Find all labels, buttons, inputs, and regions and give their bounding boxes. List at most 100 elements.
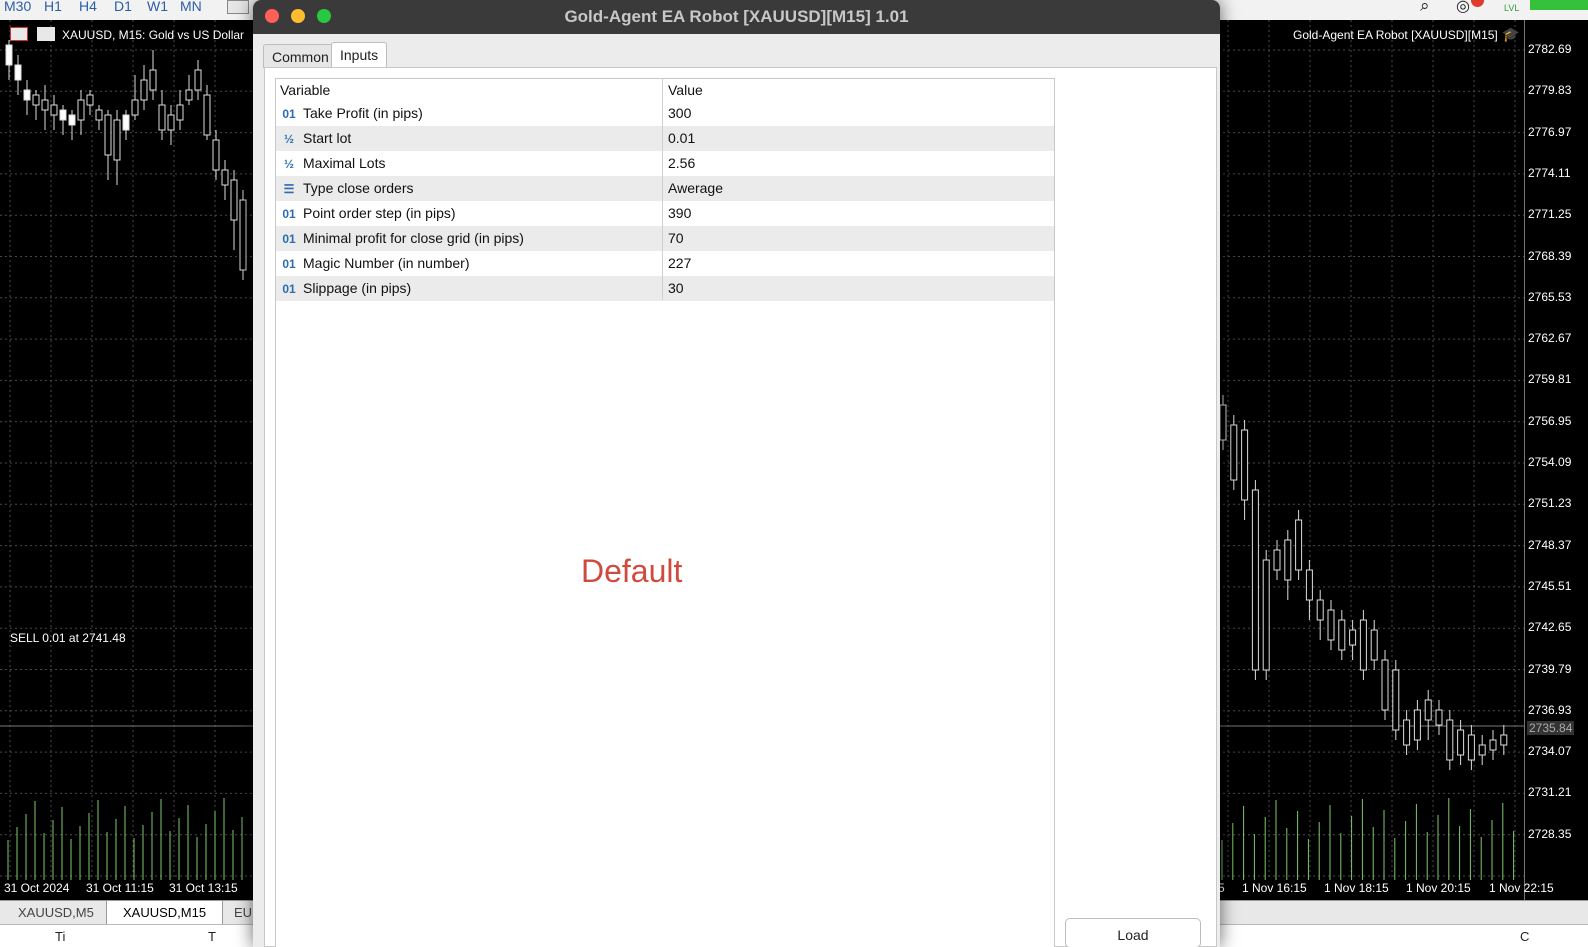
candle [1349,629,1357,646]
integer-icon: 01 [282,282,296,296]
row-variable-label: Minimal profit for close grid (in pips) [303,230,524,246]
price-axis-label: 2782.69 [1528,42,1572,56]
price-axis-label: 2734.07 [1528,744,1572,759]
account-icon[interactable]: ◎ [1456,0,1470,16]
candle [1413,709,1421,741]
search-icon[interactable]: ⌕ [1420,0,1430,16]
timeframe-h4[interactable]: H4 [79,0,97,13]
row-variable-label: Slippage (in pips) [303,280,412,296]
chart-left[interactable]: XAUUSD, M15: Gold vs US Dollar SELL 0.01… [0,20,258,900]
right-time-label: 1 Nov 16:15 [1242,881,1307,895]
candle [1327,609,1335,641]
sell-order-label: SELL 0.01 at 2741.48 [10,631,126,645]
row-variable: ½ Maximal Lots [280,155,385,171]
row-value[interactable]: 300 [668,105,691,121]
candle [68,114,76,126]
table-row[interactable]: ½ Maximal Lots 2.56 [276,151,1054,176]
candle [140,79,148,101]
candle [1435,709,1443,726]
integer-icon: 01 [282,107,296,121]
level-meter-icon [1530,0,1588,10]
candle [122,114,130,131]
price-axis-label: 2754.09 [1528,455,1572,469]
timeframe-w1[interactable]: W1 [147,0,168,13]
row-value[interactable]: Awerage [668,180,723,196]
row-value[interactable]: 390 [668,205,691,221]
row-value[interactable]: 2.56 [668,155,695,171]
column-header-variable[interactable]: Variable [280,82,330,98]
row-variable: 01 Minimal profit for close grid (in pips… [280,230,524,246]
row-variable: 01 Slippage (in pips) [280,280,411,296]
column-divider[interactable] [662,79,663,300]
price-axis-label: 2739.79 [1528,661,1572,676]
current-price-label: 2735.84 [1527,721,1575,735]
timeframe-h1[interactable]: H1 [44,0,62,13]
timeframe-mn[interactable]: MN [180,0,202,13]
candle [1284,539,1292,581]
chart-tab-xauusd-m15[interactable]: XAUUSD,M15 [106,901,224,925]
candle [1338,619,1346,651]
enum-icon: ☰ [283,182,295,196]
toolbox-col-time: Ti [55,929,66,944]
dialog-title: Gold-Agent EA Robot [XAUUSD][M15] 1.01 [564,7,909,26]
candle [185,89,193,101]
row-value[interactable]: 70 [668,230,684,246]
row-value[interactable]: 227 [668,255,691,271]
chart-tab-xauusd-m5[interactable]: XAUUSD,M5 [2,901,110,925]
table-row[interactable]: 01 Magic Number (in number) 227 [276,251,1054,276]
timeframe-m30[interactable]: M30 [4,0,31,13]
candle [230,179,238,221]
row-value[interactable]: 0.01 [668,130,695,146]
table-row[interactable]: 01 Minimal profit for close grid (in pips… [276,226,1054,251]
dialog-titlebar[interactable]: Gold-Agent EA Robot [XAUUSD][M15] 1.01 [253,0,1220,34]
candle [239,199,247,271]
inputs-table: Variable Value 01 Take Profit (in pips) 30… [275,78,1055,947]
table-row[interactable]: ☰ Type close orders Awerage [276,176,1054,201]
column-header-value[interactable]: Value [668,82,703,98]
table-row[interactable]: 01 Slippage (in pips) 30 [276,276,1054,301]
default-watermark: Default [581,553,683,589]
tab-common[interactable]: Common [263,44,338,68]
row-variable-label: Take Profit (in pips) [303,105,423,121]
table-row[interactable]: 01 Take Profit (in pips) 300 [276,101,1054,126]
price-axis-label: 2759.81 [1528,372,1572,387]
integer-icon: 01 [282,207,296,221]
price-axis-label: 2774.11 [1528,165,1571,180]
table-row[interactable]: ½ Start lot 0.01 [276,126,1054,151]
candle [1262,559,1270,671]
right-time-label: 1 Nov 20:15 [1406,881,1471,895]
chart-type-icon[interactable] [227,0,249,14]
chart-window-icon [37,27,55,41]
candle [50,104,58,116]
candle [1489,739,1497,751]
row-value[interactable]: 30 [668,280,684,296]
notification-badge-icon [1471,0,1484,7]
candle [1457,729,1465,756]
candle [1500,734,1508,746]
price-axis-label: 2751.23 [1528,496,1572,511]
toolbox-col-type: T [208,929,216,944]
candle [1295,519,1303,571]
price-axis-label: 2771.25 [1528,207,1572,222]
left-chart-canvas [0,20,258,880]
level-badge: LVL [1504,3,1520,13]
candle [95,109,103,121]
candle [167,114,175,131]
fraction-icon: ½ [283,157,294,171]
price-axis-label: 2776.97 [1528,124,1572,139]
left-chart-title: XAUUSD, M15: Gold vs US Dollar [62,28,245,42]
timeframe-d1[interactable]: D1 [114,0,132,13]
right-time-label: 1 Nov 18:15 [1324,881,1389,895]
tab-inputs[interactable]: Inputs [331,42,388,68]
load-button[interactable]: Load [1065,918,1201,947]
candle [1424,699,1432,721]
chart-right[interactable]: Gold-Agent EA Robot [XAUUSD][M15] 🎓 2782… [1218,20,1588,900]
candle [176,104,184,121]
row-variable: ½ Start lot [280,130,351,146]
toolbox-col-comment: C [1520,929,1530,944]
table-row[interactable]: 01 Point order step (in pips) 390 [276,201,1054,226]
row-variable: 01 Point order step (in pips) [280,205,455,221]
candle [1370,629,1378,661]
row-variable: 01 Magic Number (in number) [280,255,469,271]
left-time-label-2: 31 Oct 13:15 [169,881,238,895]
